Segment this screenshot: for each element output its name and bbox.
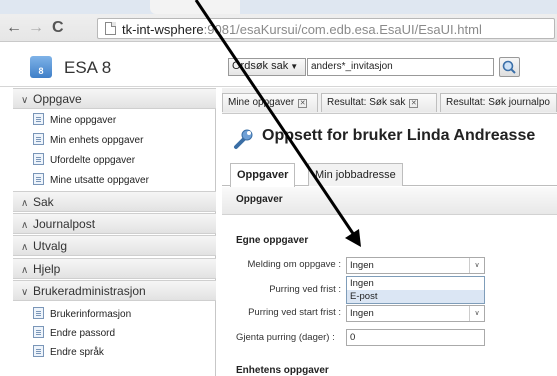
purring-frist-label: Purring ved frist : <box>269 284 341 295</box>
browser-tab[interactable] <box>150 0 240 14</box>
section-label: Hjelp <box>33 262 61 276</box>
app-title: ESA 8 <box>64 58 112 77</box>
chevron-down-icon: ∨ <box>469 306 484 321</box>
sidebar: ∨ Oppgave Mine oppgaver Min enhets oppgav… <box>13 88 216 376</box>
chevron-down-icon: ∨ <box>21 287 29 298</box>
sidebar-item-label: Endre språk <box>50 347 104 358</box>
tab-mine-oppgaver[interactable]: Mine oppgaver ✕ <box>222 93 318 112</box>
tab-oppgaver[interactable]: Oppgaver <box>230 163 296 187</box>
sidebar-item-min-enhets-oppgaver[interactable]: Min enhets oppgaver <box>33 133 143 149</box>
sidebar-section-oppgave[interactable]: ∨ Oppgave <box>13 88 216 109</box>
purring-start-label: Purring ved start frist : <box>248 307 341 318</box>
document-icon <box>33 133 44 145</box>
url-path: :9081/esaKursui/com.edb.esa.EsaUI/EsaUI.… <box>203 22 482 37</box>
app-header: 8 ESA 8 Ordsøk sak ▼ anders*_invitasjon <box>0 43 557 87</box>
section-label: Oppgave <box>33 92 82 106</box>
tab-resultat-sok-journalpost[interactable]: Resultat: Søk journalpo <box>440 93 557 112</box>
close-icon[interactable]: ✕ <box>409 99 419 108</box>
document-icon <box>33 345 44 357</box>
sidebar-item-label: Brukerinformasjon <box>50 309 132 320</box>
panel-title: Oppgaver <box>222 187 557 215</box>
browser-tabstrip <box>0 0 557 14</box>
melding-label: Melding om oppgave : <box>247 259 341 270</box>
back-arrow-icon[interactable]: ← <box>6 20 22 36</box>
section-label: Brukeradministrasjon <box>33 284 146 298</box>
page-title: Oppsett for bruker Linda Andreasse <box>262 127 536 144</box>
section-label: Journalpost <box>33 217 96 231</box>
tab-min-jobbadresse[interactable]: Min jobbadresse <box>308 163 403 186</box>
wrench-icon <box>234 129 253 149</box>
settings-tabs: Oppgaver Min jobbadresse <box>222 160 557 187</box>
chevron-up-icon: ∧ <box>21 220 29 231</box>
sidebar-item-endre-passord[interactable]: Endre passord <box>33 326 115 342</box>
sidebar-item-label: Mine utsatte oppgaver <box>50 175 149 186</box>
sidebar-item-mine-utsatte-oppgaver[interactable]: Mine utsatte oppgaver <box>33 173 149 189</box>
forward-arrow-icon[interactable]: → <box>28 20 44 36</box>
reload-icon[interactable]: C <box>52 20 64 36</box>
melding-dropdown-list: Ingen E-post <box>346 276 485 304</box>
purring-start-select[interactable]: Ingen ∨ <box>346 305 485 322</box>
search-button[interactable] <box>499 57 520 77</box>
group-title-egne-oppgaver: Egne oppgaver <box>236 235 309 246</box>
document-icon <box>33 307 44 319</box>
esa-logo-icon: 8 <box>30 56 52 78</box>
caret-down-icon: ▼ <box>290 62 299 71</box>
select-value: Ingen <box>350 308 374 319</box>
logo-text: 8 <box>38 66 44 76</box>
document-icon <box>33 326 44 338</box>
document-icon <box>33 173 44 185</box>
dropdown-option-ingen[interactable]: Ingen <box>347 277 484 290</box>
document-icon <box>33 153 44 165</box>
address-bar[interactable]: tk-int-wsphere:9081/esaKursui/com.edb.es… <box>97 18 555 39</box>
group-title-enhetens-oppgaver: Enhetens oppgaver <box>236 365 329 376</box>
gjenta-input[interactable]: 0 <box>346 329 485 346</box>
sidebar-item-endre-sprak[interactable]: Endre språk <box>33 345 104 361</box>
sidebar-item-ufordelte-oppgaver[interactable]: Ufordelte oppgaver <box>33 153 135 169</box>
tab-bar: Mine oppgaver ✕ Resultat: Søk sak ✕ Result… <box>222 88 557 114</box>
url-host: tk-int-wsphere <box>122 22 204 37</box>
section-label: Utvalg <box>33 239 68 253</box>
search-type-select[interactable]: Ordsøk sak ▼ <box>228 58 306 76</box>
url-text[interactable]: tk-int-wsphere:9081/esaKursui/com.edb.es… <box>122 22 482 37</box>
sidebar-item-brukerinformasjon[interactable]: Brukerinformasjon <box>33 307 131 323</box>
select-value: Ingen <box>350 260 374 271</box>
chevron-up-icon: ∧ <box>21 198 29 209</box>
main-content: Mine oppgaver ✕ Resultat: Søk sak ✕ Result… <box>222 88 557 376</box>
melding-select[interactable]: Ingen ∨ <box>346 257 485 274</box>
sidebar-section-brukeradministrasjon[interactable]: ∨ Brukeradministrasjon <box>13 280 216 301</box>
chevron-up-icon: ∧ <box>21 265 29 276</box>
dropdown-option-epost[interactable]: E-post <box>347 290 484 303</box>
page-icon <box>105 22 116 35</box>
sidebar-section-utvalg[interactable]: ∧ Utvalg <box>13 235 216 256</box>
sidebar-item-label: Endre passord <box>50 328 116 339</box>
search-type-label: Ordsøk sak <box>232 60 289 72</box>
document-icon <box>33 113 44 125</box>
browser-chrome: ← → C tk-int-wsphere:9081/esaKursui/com.… <box>0 0 557 42</box>
sidebar-section-sak[interactable]: ∧ Sak <box>13 191 216 212</box>
chevron-down-icon: ∨ <box>21 95 29 106</box>
tab-label: Mine oppgaver <box>228 97 295 108</box>
sidebar-item-label: Mine oppgaver <box>50 115 117 126</box>
tab-label: Resultat: Søk sak <box>327 97 406 108</box>
close-icon[interactable]: ✕ <box>298 99 308 108</box>
gjenta-label: Gjenta purring (dager) : <box>236 332 335 343</box>
tab-label: Resultat: Søk journalpo <box>446 97 550 108</box>
tab-resultat-sok-sak[interactable]: Resultat: Søk sak ✕ <box>321 93 437 112</box>
chevron-down-icon: ∨ <box>469 258 484 273</box>
chevron-up-icon: ∧ <box>21 242 29 253</box>
sidebar-item-label: Min enhets oppgaver <box>50 135 144 146</box>
search-input[interactable]: anders*_invitasjon <box>307 58 494 76</box>
search-icon <box>502 60 516 74</box>
sidebar-section-hjelp[interactable]: ∧ Hjelp <box>13 258 216 279</box>
section-label: Sak <box>33 195 54 209</box>
sidebar-section-journalpost[interactable]: ∧ Journalpost <box>13 213 216 234</box>
sidebar-item-label: Ufordelte oppgaver <box>50 155 136 166</box>
sidebar-item-mine-oppgaver[interactable]: Mine oppgaver <box>33 113 116 129</box>
